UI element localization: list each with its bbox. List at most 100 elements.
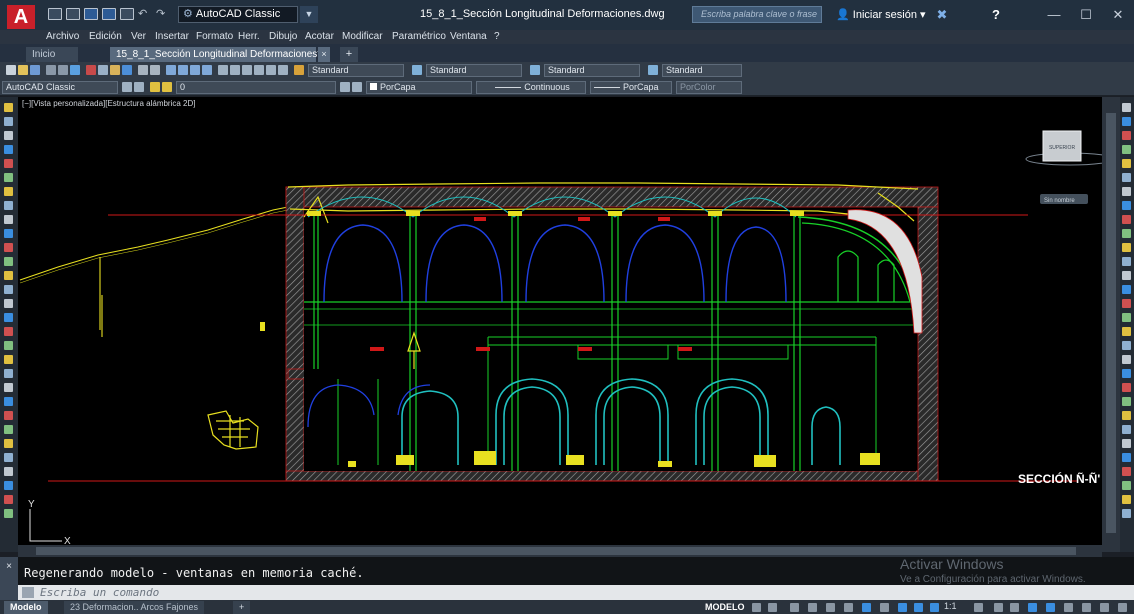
design-center-icon[interactable] xyxy=(230,65,240,75)
layer-properties-icon[interactable] xyxy=(134,82,144,92)
draw-tool-icon[interactable] xyxy=(4,271,13,280)
grid-icon[interactable] xyxy=(752,603,761,612)
vertical-scrollbar[interactable] xyxy=(1102,97,1120,552)
customization-icon[interactable] xyxy=(1118,603,1127,612)
hardware-acceleration-icon[interactable] xyxy=(1082,603,1091,612)
vertical-scroll-thumb[interactable] xyxy=(1106,113,1116,533)
linetype-select[interactable]: Continuous xyxy=(476,81,586,94)
isolate-objects-icon[interactable] xyxy=(1064,603,1073,612)
annotation-scale-icon[interactable] xyxy=(930,603,939,612)
modify-tool-icon[interactable] xyxy=(1122,327,1131,336)
layer-select[interactable]: 0 xyxy=(176,81,336,94)
auto-scale-icon[interactable] xyxy=(914,603,923,612)
menu-help[interactable]: ? xyxy=(494,31,500,42)
draw-tool-icon[interactable] xyxy=(4,313,13,322)
redo-icon[interactable] xyxy=(150,65,160,75)
draw-tool-icon[interactable] xyxy=(4,187,13,196)
modify-tool-icon[interactable] xyxy=(1122,159,1131,168)
annotation-monitor-icon[interactable] xyxy=(994,603,1003,612)
minimize-button[interactable]: — xyxy=(1044,6,1064,24)
draw-tool-icon[interactable] xyxy=(4,159,13,168)
modify-tool-icon[interactable] xyxy=(1122,411,1131,420)
menu-acotar[interactable]: Acotar xyxy=(305,31,334,42)
draw-tool-icon[interactable] xyxy=(4,103,13,112)
match-properties-icon[interactable] xyxy=(122,65,132,75)
new-tab-button[interactable]: + xyxy=(340,47,358,62)
draw-tool-icon[interactable] xyxy=(4,145,13,154)
calculator-icon[interactable] xyxy=(278,65,288,75)
menu-insertar[interactable]: Insertar xyxy=(155,31,189,42)
drawing-canvas[interactable]: [−][Vista personalizada][Estructura alám… xyxy=(18,97,1102,545)
draw-tool-icon[interactable] xyxy=(4,299,13,308)
snap-icon[interactable] xyxy=(768,603,777,612)
draw-tool-icon[interactable] xyxy=(4,243,13,252)
menu-edicion[interactable]: Edición xyxy=(89,31,122,42)
draw-tool-icon[interactable] xyxy=(4,509,13,518)
workspace-select[interactable]: AutoCAD Classic xyxy=(2,81,118,94)
menu-dibujo[interactable]: Dibujo xyxy=(269,31,297,42)
layer-freeze-icon[interactable] xyxy=(162,82,172,92)
undo-icon[interactable]: ↶ xyxy=(138,8,152,20)
modify-tool-icon[interactable] xyxy=(1122,495,1131,504)
color-select[interactable]: PorCapa xyxy=(366,81,472,94)
modify-tool-icon[interactable] xyxy=(1122,481,1131,490)
modify-tool-icon[interactable] xyxy=(1122,285,1131,294)
isodraft-icon[interactable] xyxy=(826,603,835,612)
new-icon[interactable] xyxy=(48,8,62,20)
modify-tool-icon[interactable] xyxy=(1122,103,1131,112)
modify-tool-icon[interactable] xyxy=(1122,131,1131,140)
draw-tool-icon[interactable] xyxy=(4,397,13,406)
menu-parametrico[interactable]: Paramétrico xyxy=(392,31,446,42)
tab-layout-1[interactable]: 23 Deformacion.. Arcos Fajones xyxy=(64,601,205,614)
model-space-toggle[interactable]: MODELO xyxy=(705,602,745,612)
modify-tool-icon[interactable] xyxy=(1122,383,1131,392)
application-menu-button[interactable]: A xyxy=(7,5,35,29)
lineweight-select[interactable]: PorCapa xyxy=(590,81,672,94)
menu-herr[interactable]: Herr. xyxy=(238,31,260,42)
markup-icon[interactable] xyxy=(266,65,276,75)
horizontal-scroll-thumb[interactable] xyxy=(36,547,1076,555)
modify-tool-icon[interactable] xyxy=(1122,369,1131,378)
publish-icon[interactable] xyxy=(70,65,80,75)
text-style-select[interactable]: Standard xyxy=(308,64,404,77)
redo-icon[interactable]: ↷ xyxy=(156,8,170,20)
modify-tool-icon[interactable] xyxy=(1122,117,1131,126)
mleader-style-select[interactable]: Standard xyxy=(662,64,742,77)
draw-tool-icon[interactable] xyxy=(4,117,13,126)
exchange-icon[interactable]: ✖ xyxy=(932,6,952,24)
workspace-switching-icon[interactable] xyxy=(974,603,983,612)
modify-tool-icon[interactable] xyxy=(1122,145,1131,154)
workspace-dropdown-icon[interactable]: ▼ xyxy=(300,6,318,23)
tool-palettes-icon[interactable] xyxy=(242,65,252,75)
modify-tool-icon[interactable] xyxy=(1122,439,1131,448)
modify-tool-icon[interactable] xyxy=(1122,229,1131,238)
modify-tool-icon[interactable] xyxy=(1122,271,1131,280)
dim-style-select[interactable]: Standard xyxy=(426,64,522,77)
modify-tool-icon[interactable] xyxy=(1122,397,1131,406)
cut-icon[interactable] xyxy=(86,65,96,75)
draw-tool-icon[interactable] xyxy=(4,173,13,182)
menu-ventana[interactable]: Ventana xyxy=(450,31,487,42)
lock-ui-icon[interactable] xyxy=(1046,603,1055,612)
help-icon[interactable]: ? xyxy=(986,6,1006,24)
units-icon[interactable] xyxy=(1010,603,1019,612)
search-input[interactable]: Escriba palabra clave o frase xyxy=(692,6,822,23)
layer-previous-icon[interactable] xyxy=(352,82,362,92)
draw-tool-icon[interactable] xyxy=(4,229,13,238)
zoom-realtime-icon[interactable] xyxy=(178,65,188,75)
modify-tool-icon[interactable] xyxy=(1122,201,1131,210)
modify-tool-icon[interactable] xyxy=(1122,313,1131,322)
maximize-button[interactable]: ☐ xyxy=(1076,6,1096,24)
draw-tool-icon[interactable] xyxy=(4,355,13,364)
draw-tool-icon[interactable] xyxy=(4,439,13,448)
signin-button[interactable]: 👤 Iniciar sesión ▾ xyxy=(836,8,926,21)
workspace-switcher[interactable]: ⚙ AutoCAD Classic xyxy=(178,6,298,23)
draw-tool-icon[interactable] xyxy=(4,285,13,294)
tab-close-icon[interactable]: × xyxy=(318,47,330,62)
plot-icon[interactable] xyxy=(46,65,56,75)
properties-icon[interactable] xyxy=(218,65,228,75)
pan-icon[interactable] xyxy=(166,65,176,75)
draw-tool-icon[interactable] xyxy=(4,383,13,392)
lineweight-icon[interactable] xyxy=(880,603,889,612)
draw-tool-icon[interactable] xyxy=(4,201,13,210)
